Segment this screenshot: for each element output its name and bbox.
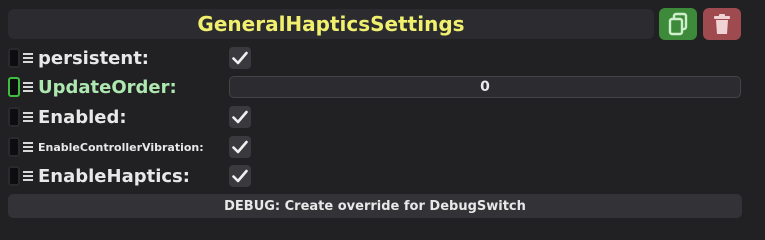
field-persistent: persistent: (8, 45, 149, 71)
field-label: UpdateOrder: (38, 76, 177, 98)
drag-handle[interactable] (8, 48, 20, 68)
menu-icon[interactable] (23, 82, 33, 92)
field-label: Enabled: (38, 106, 127, 128)
drag-handle[interactable] (8, 107, 20, 127)
menu-icon[interactable] (23, 171, 33, 181)
field-label: persistent: (38, 47, 149, 69)
copy-button[interactable] (659, 8, 697, 40)
enable-haptics-checkbox[interactable] (229, 165, 251, 187)
enable-controller-vibration-checkbox[interactable] (229, 136, 251, 158)
enabled-checkbox[interactable] (229, 106, 251, 128)
copy-icon (668, 12, 688, 36)
drag-handle[interactable] (8, 77, 20, 97)
drag-handle[interactable] (8, 166, 20, 186)
menu-icon[interactable] (23, 142, 33, 152)
field-enable-controller-vibration: EnableControllerVibration: (8, 134, 204, 160)
debug-override-button[interactable]: DEBUG: Create override for DebugSwitch (8, 194, 742, 218)
component-title: GeneralHapticsSettings (197, 12, 465, 36)
field-label: EnableHaptics: (38, 165, 190, 187)
component-header: GeneralHapticsSettings (8, 9, 654, 39)
menu-icon[interactable] (23, 53, 33, 63)
checkmark-icon (232, 51, 248, 65)
drag-handle[interactable] (8, 137, 20, 157)
persistent-checkbox[interactable] (229, 47, 251, 69)
field-enable-haptics: EnableHaptics: (8, 163, 190, 189)
update-order-input[interactable]: 0 (229, 76, 741, 98)
field-enabled: Enabled: (8, 104, 127, 130)
field-label: EnableControllerVibration: (38, 140, 204, 154)
checkmark-icon (232, 140, 248, 154)
checkmark-icon (232, 110, 248, 124)
delete-button[interactable] (703, 8, 741, 40)
checkmark-icon (232, 169, 248, 183)
menu-icon[interactable] (23, 112, 33, 122)
trash-icon (714, 14, 730, 34)
field-update-order: UpdateOrder: (8, 74, 177, 100)
